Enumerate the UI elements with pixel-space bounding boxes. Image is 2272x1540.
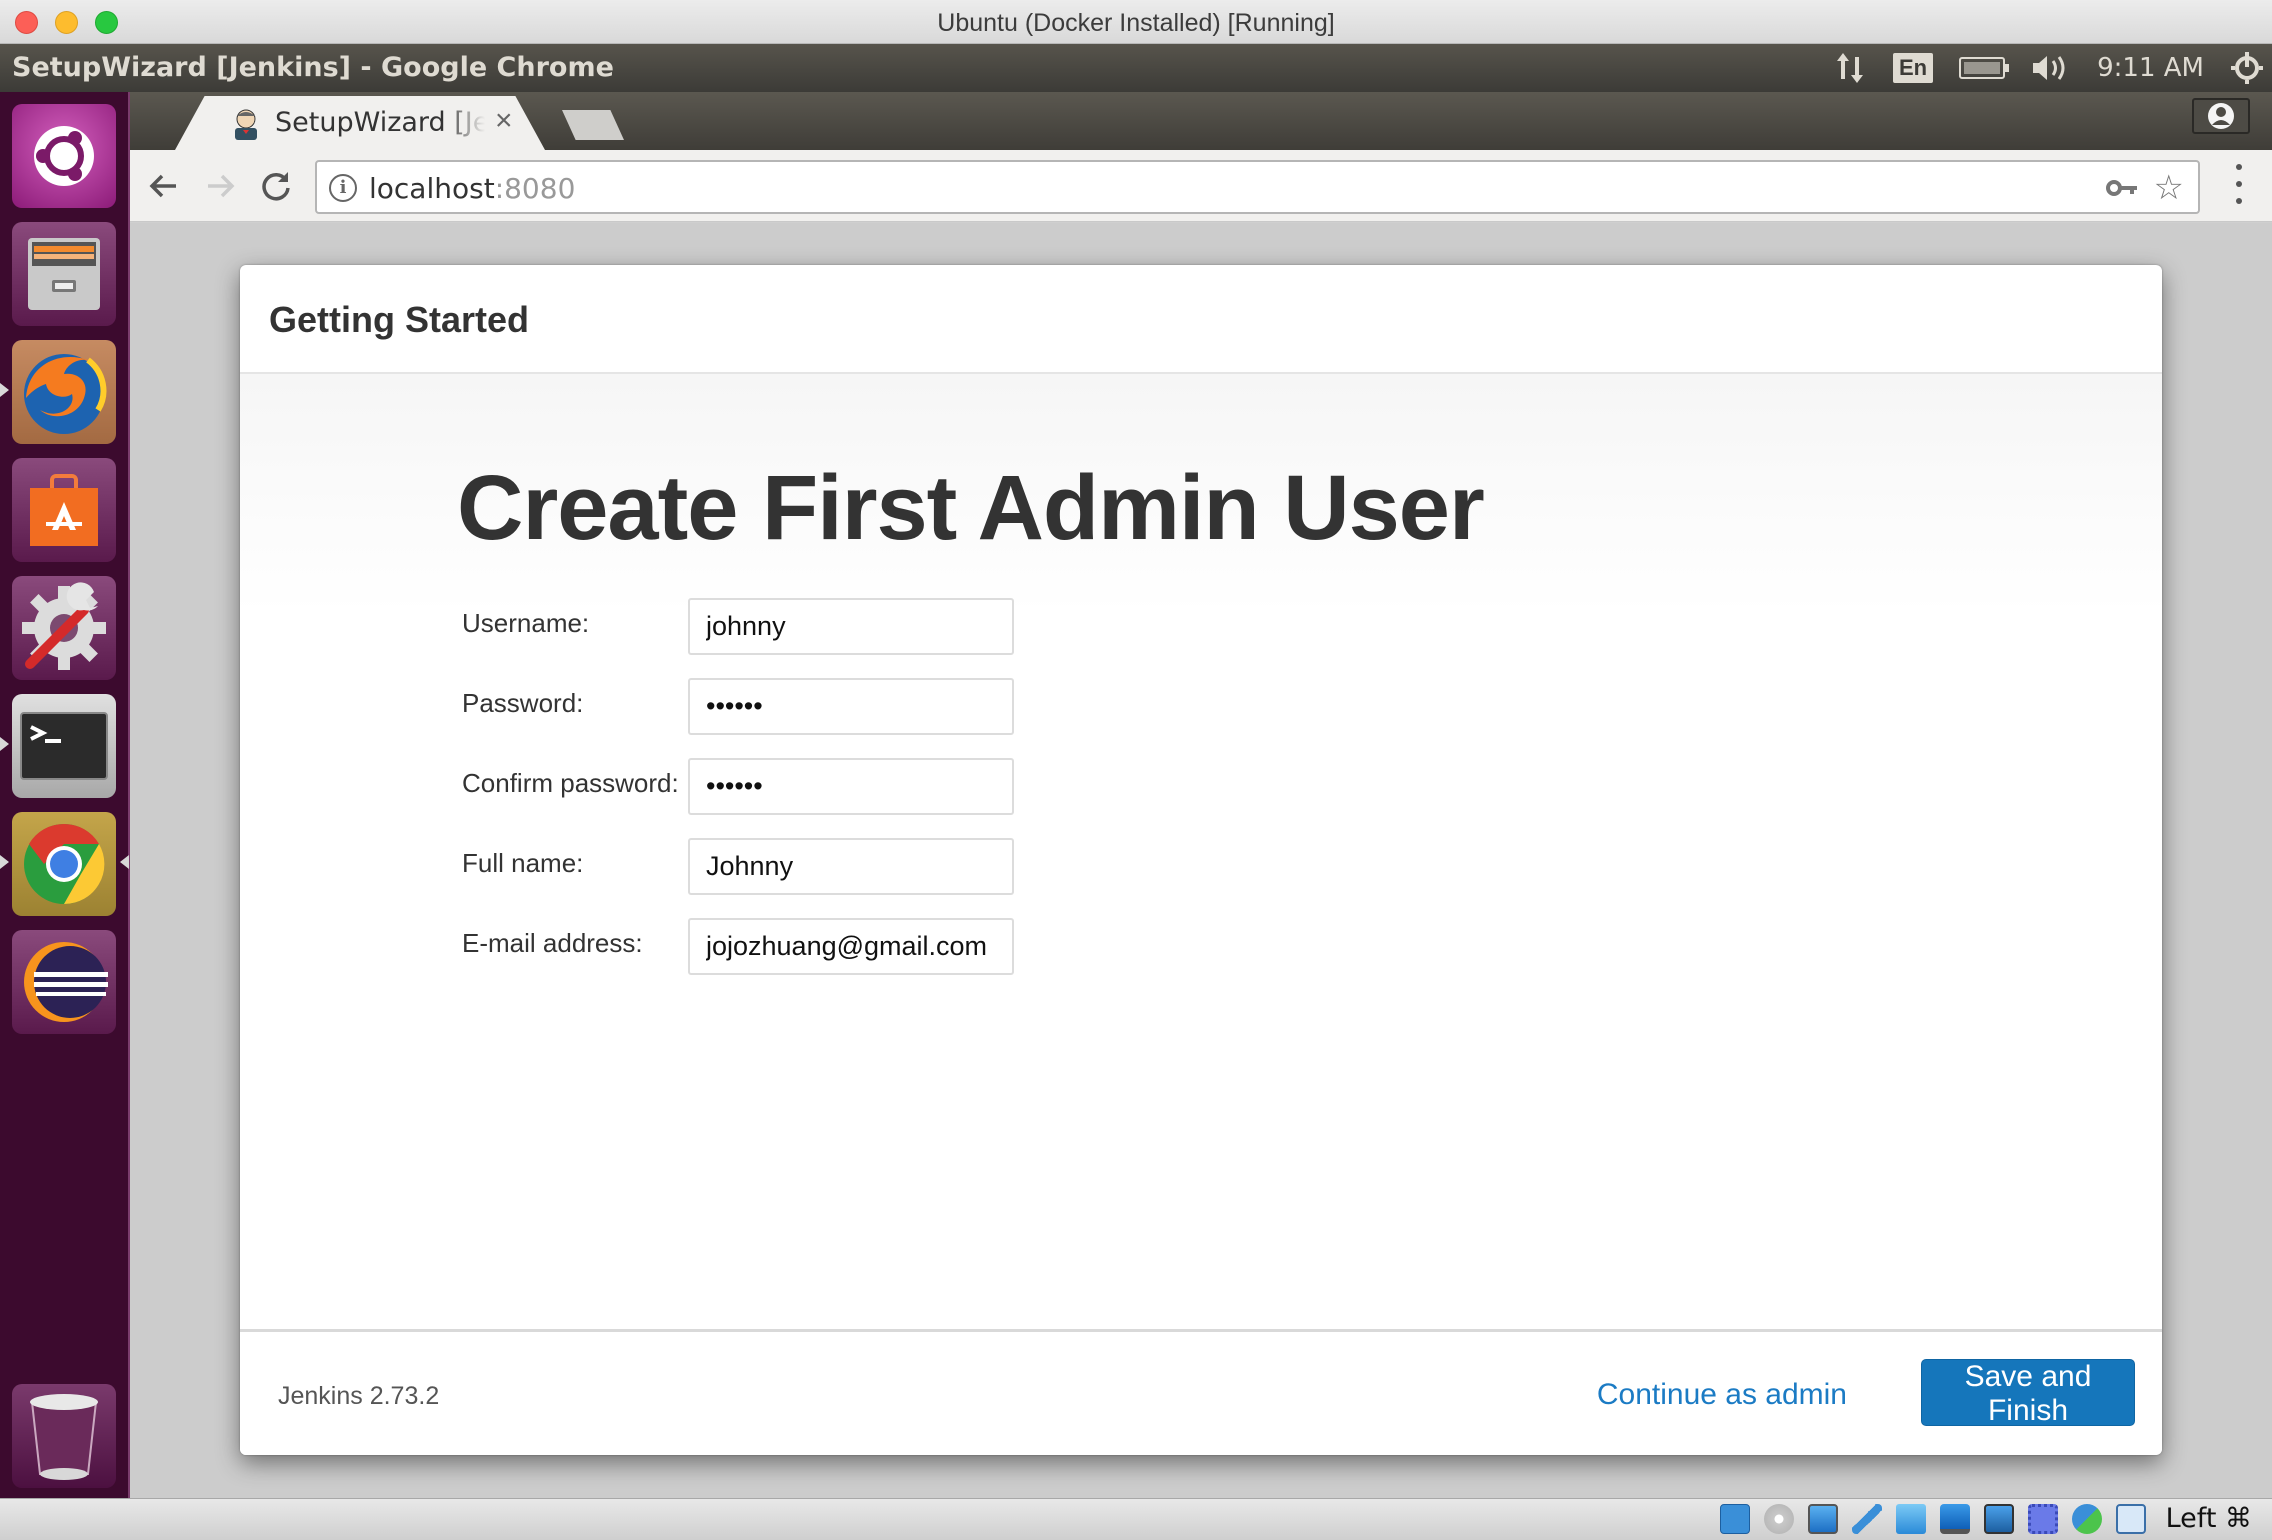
usb-icon[interactable]: [1851, 1503, 1882, 1534]
ubuntu-logo-icon: [34, 126, 94, 186]
firefox-icon: [24, 354, 107, 434]
keyboard-layout-indicator[interactable]: En: [1893, 53, 1934, 83]
confirm-password-row: Confirm password:: [462, 758, 1162, 838]
dialog-title: Getting Started: [269, 299, 530, 340]
launcher-item-ubuntu-dash[interactable]: [12, 104, 116, 208]
browser-toolbar: i localhost:8080 ☆: [130, 150, 2272, 222]
page-title: Create First Admin User: [457, 457, 1485, 559]
username-label: Username:: [462, 608, 590, 638]
mouse-integration-icon[interactable]: [2071, 1503, 2102, 1534]
shared-folder-icon[interactable]: [1895, 1503, 1926, 1534]
display-icon[interactable]: [1939, 1503, 1970, 1534]
admin-user-form: Username: Password: Confirm password: Fu…: [462, 598, 1162, 998]
site-info-icon[interactable]: i: [329, 174, 357, 202]
address-bar[interactable]: i localhost:8080 ☆: [315, 160, 2200, 214]
bookmark-star-icon[interactable]: ☆: [2154, 168, 2184, 208]
password-row: Password:: [462, 678, 1162, 758]
file-cabinet-icon: [28, 238, 100, 310]
trash-icon: [30, 1394, 98, 1480]
reload-button[interactable]: [256, 166, 296, 206]
volume-icon[interactable]: [2031, 53, 2071, 83]
power-gear-icon[interactable]: [2230, 51, 2264, 85]
reload-icon: [262, 172, 290, 201]
shopping-bag-icon: [30, 474, 98, 546]
new-tab-button[interactable]: [562, 110, 624, 140]
email-input[interactable]: [688, 918, 1014, 975]
jenkins-favicon-icon: [235, 109, 257, 140]
eclipse-icon: [24, 942, 108, 1022]
vm-window-title: Ubuntu (Docker Installed) [Running]: [937, 9, 1335, 37]
virtualbox-status-bar: Left ⌘: [0, 1498, 2272, 1540]
continue-as-admin-link[interactable]: Continue as admin: [1597, 1378, 1847, 1412]
launcher-item-files[interactable]: [12, 222, 116, 326]
video-capture-icon[interactable]: [1983, 1503, 2014, 1534]
full-name-input[interactable]: [688, 838, 1014, 895]
hard-disk-icon[interactable]: [1719, 1503, 1750, 1534]
cpu-icon[interactable]: [2027, 1503, 2058, 1534]
download-icon[interactable]: [2115, 1503, 2146, 1534]
email-label: E-mail address:: [462, 928, 643, 958]
launcher-item-chrome[interactable]: [12, 812, 116, 916]
dialog-body: Create First Admin User Username: Passwo…: [240, 374, 2162, 1329]
profile-button[interactable]: [2192, 98, 2250, 134]
vm-device-icons: Left ⌘: [1719, 1503, 2252, 1534]
launcher-item-trash[interactable]: [12, 1384, 116, 1488]
full-name-label: Full name:: [462, 848, 584, 878]
screen: Ubuntu (Docker Installed) [Running] Setu…: [0, 0, 2272, 1540]
arrow-right-icon: [208, 174, 235, 198]
page-viewport: Getting Started Create First Admin User …: [130, 223, 2272, 1498]
vm-window-titlebar: Ubuntu (Docker Installed) [Running]: [0, 0, 2272, 44]
tab-setupwizard[interactable]: SetupWizard [Jenkins] ×: [175, 96, 545, 150]
back-button[interactable]: [144, 166, 184, 206]
jenkins-version: Jenkins 2.73.2: [278, 1382, 440, 1410]
host-key-label: Left ⌘: [2165, 1503, 2252, 1534]
setup-wizard-dialog: Getting Started Create First Admin User …: [240, 265, 2162, 1455]
forward-button[interactable]: [200, 166, 240, 206]
terminal-icon: [20, 712, 108, 780]
chrome-icon: [24, 823, 105, 905]
optical-disk-icon[interactable]: [1763, 1503, 1794, 1534]
launcher-item-terminal[interactable]: [12, 694, 116, 798]
chrome-menu-button[interactable]: [2234, 164, 2244, 204]
dialog-footer: Jenkins 2.73.2 Continue as admin Save an…: [240, 1329, 2162, 1455]
unity-launcher: [0, 92, 130, 1498]
launcher-item-software-center[interactable]: [12, 458, 116, 562]
confirm-password-label: Confirm password:: [462, 768, 679, 798]
username-input[interactable]: [688, 598, 1014, 655]
browser-tab-strip: SetupWizard [Jenkins] ×: [130, 92, 2272, 150]
password-label: Password:: [462, 688, 584, 718]
url-text[interactable]: localhost:8080: [369, 172, 575, 205]
indicator-area: En 9:11 AM: [1833, 44, 2272, 92]
gear-wrench-icon: [22, 582, 106, 670]
launcher-item-eclipse[interactable]: [12, 930, 116, 1034]
full-name-row: Full name:: [462, 838, 1162, 918]
network-icon[interactable]: [1807, 1503, 1838, 1534]
active-window-title: SetupWizard [Jenkins] - Google Chrome: [12, 52, 614, 83]
tab-close-icon[interactable]: ×: [495, 104, 513, 138]
launcher-item-system-settings[interactable]: [12, 576, 116, 680]
arrow-left-icon: [149, 174, 176, 198]
username-row: Username:: [462, 598, 1162, 678]
network-updown-icon[interactable]: [1833, 51, 1867, 85]
password-input[interactable]: [688, 678, 1014, 735]
email-row: E-mail address:: [462, 918, 1162, 998]
ubuntu-top-panel: SetupWizard [Jenkins] - Google Chrome En…: [0, 44, 2272, 92]
password-key-icon[interactable]: [2106, 174, 2138, 205]
user-avatar-icon: [2208, 103, 2234, 129]
confirm-password-input[interactable]: [688, 758, 1014, 815]
clock[interactable]: 9:11 AM: [2097, 53, 2204, 83]
launcher-item-firefox[interactable]: [12, 340, 116, 444]
tab-title: SetupWizard [Jenkins]: [275, 107, 485, 138]
battery-charging-icon[interactable]: [1959, 57, 2010, 79]
save-and-finish-button[interactable]: Save and Finish: [1921, 1359, 2135, 1427]
dialog-header: Getting Started: [240, 265, 2162, 374]
